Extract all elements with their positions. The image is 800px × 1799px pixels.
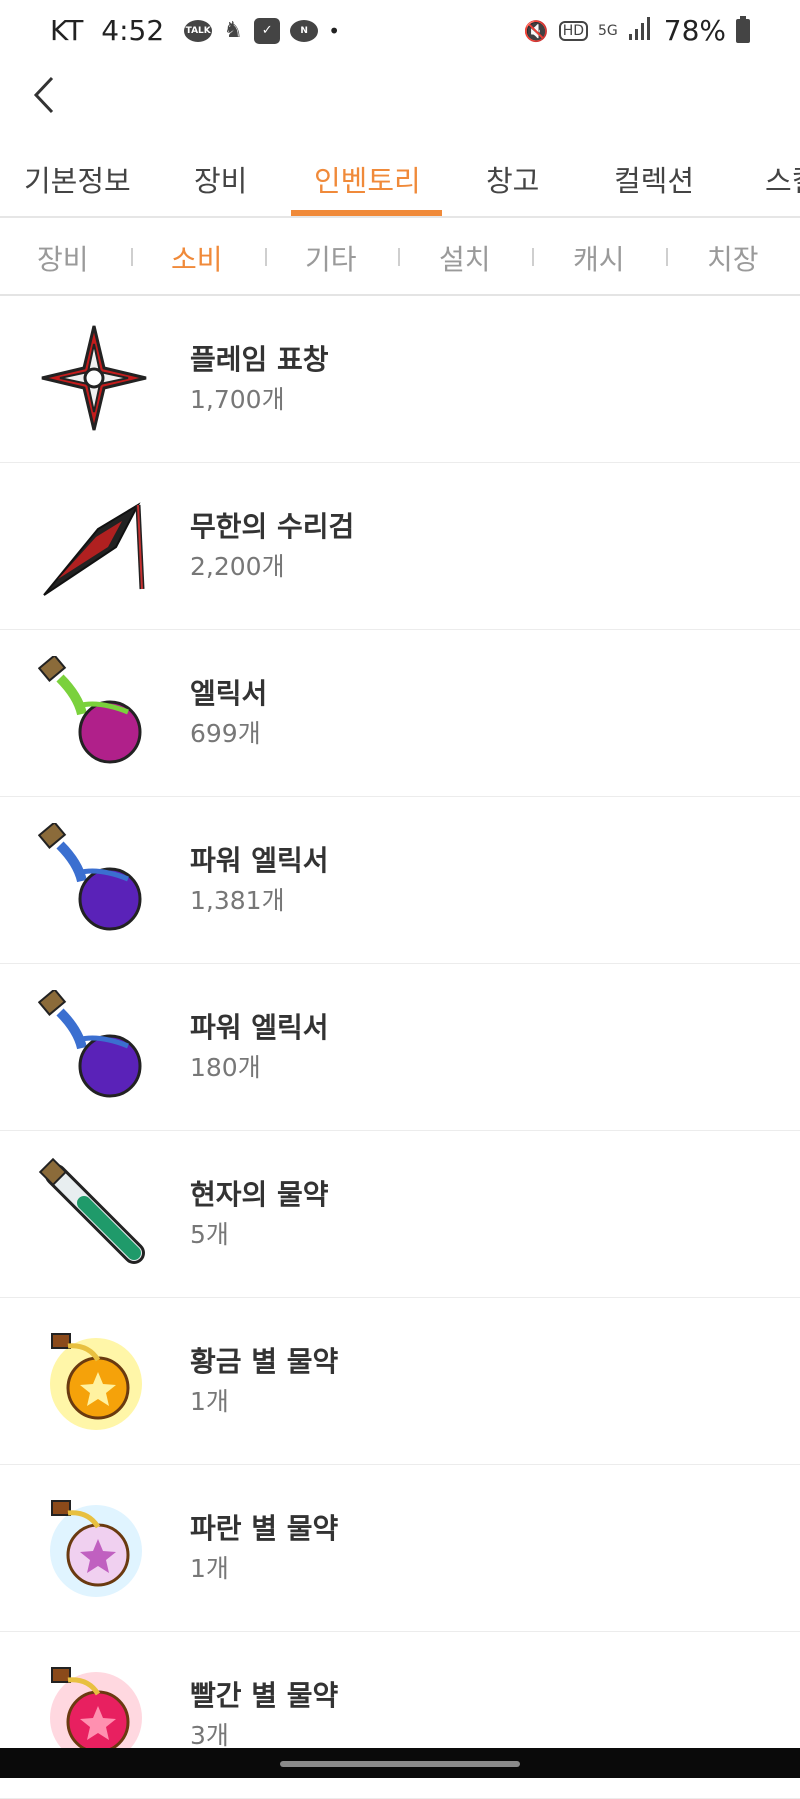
tab-collection[interactable]: 컬렉션 xyxy=(614,158,694,200)
item-count: 5개 xyxy=(190,1220,229,1249)
item-name: 무한의 수리검 xyxy=(190,510,355,543)
list-item[interactable]: 무한의 수리검 2,200개 xyxy=(0,463,800,630)
item-name: 파란 별 물약 xyxy=(190,1512,339,1545)
item-name: 빨간 별 물약 xyxy=(190,1679,339,1712)
subtab-consumable[interactable]: 소비 xyxy=(171,238,223,278)
subtab-divider xyxy=(131,248,133,266)
status-bar: KT 4:52 TALK ♞ ✓ N • 🔇 HD 5G 78% xyxy=(0,0,800,66)
subtab-decoration[interactable]: 치장 xyxy=(707,238,759,278)
golden-star-potion-icon xyxy=(50,1333,142,1430)
item-count: 1,700개 xyxy=(190,385,285,414)
item-name: 파워 엘릭서 xyxy=(190,1011,329,1044)
item-count: 699개 xyxy=(190,719,261,748)
active-tab-indicator xyxy=(291,210,442,216)
elixir-icon xyxy=(38,656,142,764)
sage-potion-icon xyxy=(38,1157,145,1264)
flame-star-icon xyxy=(41,325,147,431)
5g-icon: 5G xyxy=(598,22,618,39)
item-count: 1개 xyxy=(190,1554,229,1583)
subtab-equipment[interactable]: 장비 xyxy=(37,238,89,278)
tab-equipment[interactable]: 장비 xyxy=(194,158,247,200)
naver-icon: N xyxy=(290,19,319,42)
item-count: 180개 xyxy=(190,1053,261,1082)
subtab-divider xyxy=(666,248,668,266)
kakaotalk-icon: TALK xyxy=(184,19,213,42)
tab-storage[interactable]: 창고 xyxy=(486,158,539,200)
subtab-divider xyxy=(265,248,267,266)
item-count: 1개 xyxy=(190,1387,229,1416)
hd-icon: HD xyxy=(558,20,588,41)
carrier-label: KT xyxy=(50,14,84,47)
subtab-divider xyxy=(398,248,400,266)
subtab-etc[interactable]: 기타 xyxy=(305,238,357,278)
item-name: 엘릭서 xyxy=(190,677,268,710)
item-list: 플레임 표창 1,700개 무한의 수리검 2,200개 엘릭서 699개 파워 xyxy=(0,296,800,1799)
signal-icon xyxy=(628,14,654,47)
list-item[interactable]: 황금 별 물약 1개 xyxy=(0,1298,800,1465)
subtab-cash[interactable]: 캐시 xyxy=(573,238,625,278)
list-item[interactable]: 플레임 표창 1,700개 xyxy=(0,296,800,463)
sub-tab-bar: 장비 소비 기타 설치 캐시 치장 xyxy=(0,218,800,296)
item-count: 2,200개 xyxy=(190,552,285,581)
tab-skill[interactable]: 스킬 xyxy=(765,158,800,200)
chevron-left-icon xyxy=(33,76,54,114)
clock: 4:52 xyxy=(101,14,165,47)
subtab-install[interactable]: 설치 xyxy=(439,238,491,278)
list-item[interactable]: 현자의 물약 5개 xyxy=(0,1131,800,1298)
power-elixir-icon xyxy=(38,990,142,1098)
list-item[interactable]: 파워 엘릭서 1,381개 xyxy=(0,797,800,964)
home-gesture-handle[interactable] xyxy=(280,1761,520,1767)
list-item[interactable]: 파워 엘릭서 180개 xyxy=(0,964,800,1131)
figure-icon: ♞ xyxy=(223,18,244,43)
item-count: 1,381개 xyxy=(190,886,285,915)
item-name: 황금 별 물약 xyxy=(190,1345,339,1378)
item-name: 플레임 표창 xyxy=(190,343,329,376)
checkbox-icon: ✓ xyxy=(254,17,281,44)
item-name: 파워 엘릭서 xyxy=(190,844,329,877)
main-tab-bar: 기본정보 장비 인벤토리 창고 컬렉션 스킬 xyxy=(0,140,800,218)
more-notifications-dot: • xyxy=(328,18,340,43)
list-item[interactable]: 엘릭서 699개 xyxy=(0,630,800,797)
list-item[interactable]: 파란 별 물약 1개 xyxy=(0,1465,800,1632)
back-button[interactable] xyxy=(28,70,68,120)
item-name: 현자의 물약 xyxy=(190,1178,329,1211)
battery-percent: 78% xyxy=(663,14,726,47)
tab-basic-info[interactable]: 기본정보 xyxy=(24,158,131,200)
item-count: 3개 xyxy=(190,1721,229,1750)
infinite-shuriken-icon xyxy=(43,502,145,596)
subtab-divider xyxy=(532,248,534,266)
power-elixir-icon xyxy=(38,823,142,931)
mute-icon: 🔇 xyxy=(523,18,549,43)
battery-icon xyxy=(736,15,750,43)
blue-star-potion-icon xyxy=(50,1500,142,1597)
tab-inventory[interactable]: 인벤토리 xyxy=(314,158,421,200)
system-nav-bar xyxy=(0,1748,800,1778)
